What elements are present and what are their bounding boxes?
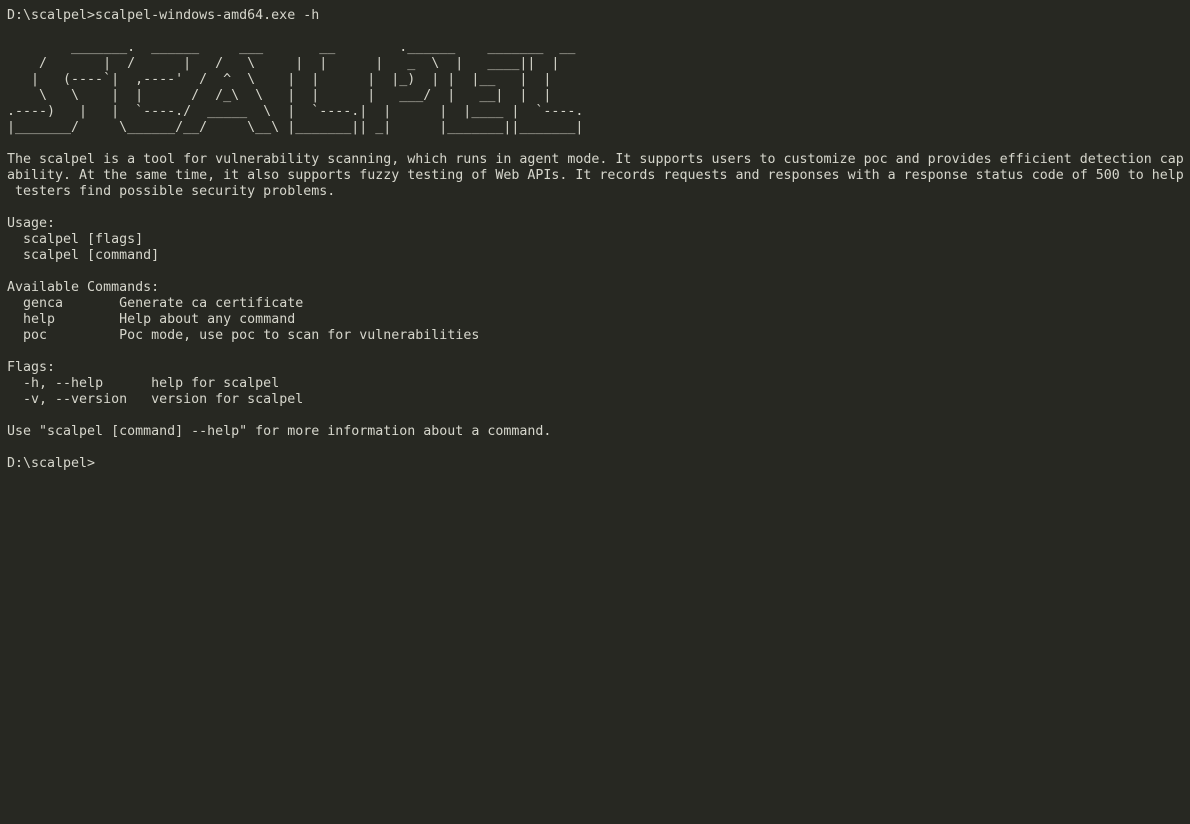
command-name: genca xyxy=(23,296,120,311)
command-desc: Poc mode, use poc to scan for vulnerabil… xyxy=(119,328,480,343)
usage-line: scalpel [command] xyxy=(7,248,160,263)
command-desc: Help about any command xyxy=(119,312,296,327)
description-line: The scalpel is a tool for vulnerability … xyxy=(7,152,1184,167)
prompt: D:\scalpel> xyxy=(7,456,96,471)
ascii-banner: _______. ______ ___ __ .______ _______ _… xyxy=(7,40,1190,136)
flag-desc: help for scalpel xyxy=(151,376,280,391)
banner-line: | (----`| ,----' / ^ \ | | | |_) | | |__… xyxy=(7,72,552,87)
flags-section: Flags: -h, --help help for scalpel -v, -… xyxy=(7,360,1190,408)
command-row: genca Generate ca certificate xyxy=(7,296,1190,312)
command-row: help Help about any command xyxy=(7,312,1190,328)
commands-heading: Available Commands: xyxy=(7,280,160,295)
terminal-window[interactable]: D:\scalpel>scalpel-windows-amd64.exe -h … xyxy=(0,0,1190,824)
banner-line: \ \ | | / /_\ \ | | | ___/ | __| | | xyxy=(7,88,552,103)
footer-hint: Use "scalpel [command] --help" for more … xyxy=(7,424,552,439)
usage-section: Usage: scalpel [flags] scalpel [command] xyxy=(7,216,1190,264)
flag-name: -h, --help xyxy=(23,376,152,391)
description-line: ability. At the same time, it also suppo… xyxy=(7,168,1184,183)
command-line: D:\scalpel>scalpel-windows-amd64.exe -h xyxy=(7,8,320,23)
banner-line: / | / | / \ | | | _ \ | ____|| | xyxy=(7,56,560,71)
commands-section: Available Commands: genca Generate ca ce… xyxy=(7,280,1190,344)
command-desc: Generate ca certificate xyxy=(119,296,304,311)
description-line: testers find possible security problems. xyxy=(7,184,336,199)
flags-heading: Flags: xyxy=(7,360,56,375)
flag-desc: version for scalpel xyxy=(151,392,304,407)
flag-row: -h, --help help for scalpel xyxy=(7,376,1190,392)
command-row: poc Poc mode, use poc to scan for vulner… xyxy=(7,328,1190,344)
banner-line: .----) | | `----./ _____ \ | `----.| | |… xyxy=(7,104,584,119)
prompt-line[interactable]: D:\scalpel> xyxy=(7,456,1190,472)
flag-name: -v, --version xyxy=(23,392,152,407)
usage-line: scalpel [flags] xyxy=(7,232,144,247)
command-name: poc xyxy=(23,328,120,343)
banner-line: |_______/ \______/__/ \__\ |_______|| _|… xyxy=(7,120,584,135)
flag-row: -v, --version version for scalpel xyxy=(7,392,1190,408)
banner-line: _______. ______ ___ __ .______ _______ _… xyxy=(7,40,576,55)
description: The scalpel is a tool for vulnerability … xyxy=(7,152,1190,200)
usage-heading: Usage: xyxy=(7,216,56,231)
command-name: help xyxy=(23,312,120,327)
